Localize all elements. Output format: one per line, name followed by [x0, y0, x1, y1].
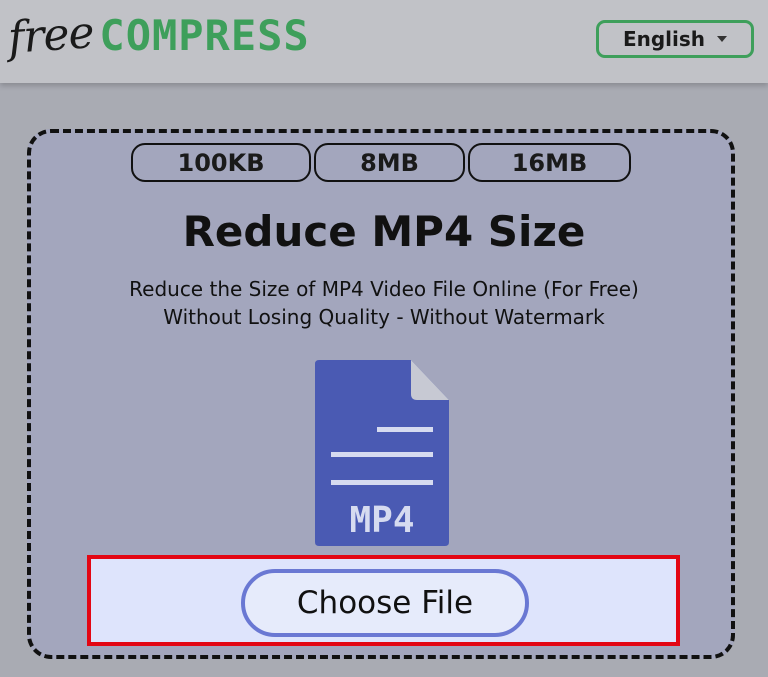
file-type-label: MP4	[349, 500, 414, 541]
language-label: English	[622, 27, 706, 51]
page-title: Reduce MP4 Size	[182, 207, 586, 256]
logo-compress-text: COMPRESS	[99, 11, 310, 60]
size-preset-8mb[interactable]: 8MB	[314, 143, 465, 182]
logo-free-text: free	[6, 7, 96, 64]
page-subtitle: Reduce the Size of MP4 Video File Online…	[0, 275, 768, 331]
subtitle-line-1: Reduce the Size of MP4 Video File Online…	[129, 277, 639, 301]
size-preset-16mb[interactable]: 16MB	[468, 143, 631, 182]
size-preset-100kb[interactable]: 100KB	[131, 143, 311, 182]
mp4-file-icon: MP4	[315, 360, 449, 546]
chevron-down-icon	[717, 36, 728, 42]
subtitle-line-2: Without Losing Quality - Without Waterma…	[163, 305, 605, 329]
choose-file-button[interactable]: Choose File	[241, 569, 529, 637]
language-selector[interactable]: English	[596, 20, 754, 58]
size-presets: 100KB 8MB 16MB	[131, 143, 631, 182]
site-header: free COMPRESS English	[0, 0, 768, 83]
logo[interactable]: free COMPRESS	[6, 7, 310, 70]
